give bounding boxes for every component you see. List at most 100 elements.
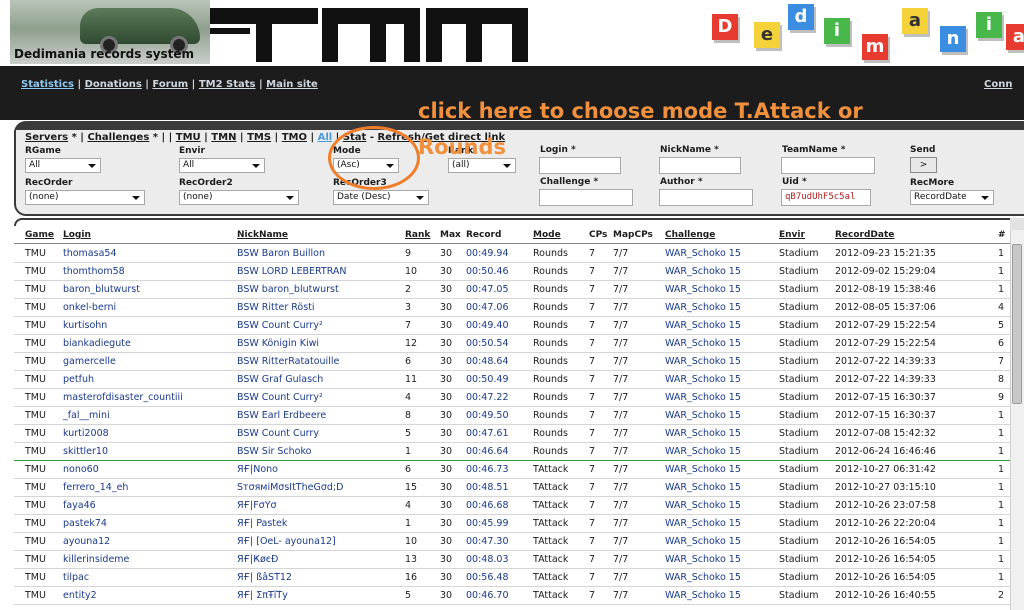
cell-challenge[interactable]: WAR_Schoko 15 (665, 356, 741, 367)
cell-record[interactable]: 00:48.51 (466, 482, 509, 493)
author-input[interactable] (659, 189, 753, 206)
recorder-select[interactable]: (none) (25, 190, 145, 205)
cell-login[interactable]: nono60 (63, 464, 99, 475)
cell-login[interactable]: skittler10 (63, 446, 108, 457)
cell-nickname[interactable]: ЯҒ| ΣπŦĩŤу (237, 590, 288, 601)
cell-nickname[interactable]: ЯҒ|Nono (237, 464, 278, 475)
cell-challenge[interactable]: WAR_Schoko 15 (665, 572, 741, 583)
game-filter-tms[interactable]: TMS (247, 132, 271, 143)
cell-record[interactable]: 00:47.05 (466, 284, 509, 295)
cell-nickname[interactable]: ЯҒ|ҜøєĐ (237, 554, 278, 565)
cell-record[interactable]: 00:46.64 (466, 446, 509, 457)
cell-nickname[interactable]: BSW Count Curry² (237, 320, 323, 331)
cell-login[interactable]: onkel-berni (63, 302, 116, 313)
cell-nickname[interactable]: BSW Earl Erdbeere (237, 410, 326, 421)
cell-record[interactable]: 00:50.54 (466, 338, 509, 349)
column-header-challenge[interactable]: Challenge (665, 230, 715, 240)
cell-challenge[interactable]: WAR_Schoko 15 (665, 410, 741, 421)
cell-nickname[interactable]: BSW RitterRatatouille (237, 356, 339, 367)
cell-challenge[interactable]: WAR_Schoko 15 (665, 302, 741, 313)
column-header-game[interactable]: Game (25, 230, 54, 240)
column-header-login[interactable]: Login (63, 230, 91, 240)
cell-nickname[interactable]: ЯҒ| ßâŠŤ12 (237, 572, 292, 583)
cell-challenge[interactable]: WAR_Schoko 15 (665, 446, 741, 457)
cell-login[interactable]: gamercelle (63, 356, 116, 367)
cell-nickname[interactable]: ЯҒ| [OeL- ayouna12] (237, 536, 336, 547)
cell-record[interactable]: 00:47.30 (466, 536, 509, 547)
cell-challenge[interactable]: WAR_Schoko 15 (665, 518, 741, 529)
cell-nickname[interactable]: ЯҒ|FσYσ (237, 500, 277, 511)
cell-nickname[interactable]: BSW LORD LEBERTRAN (237, 266, 347, 277)
scroll-up-arrow-icon[interactable] (1010, 218, 1024, 230)
rgame-select[interactable]: All (25, 158, 101, 173)
cell-login[interactable]: ferrero_14_eh (63, 482, 128, 493)
cell-challenge[interactable]: WAR_Schoko 15 (665, 266, 741, 277)
nav-link-tm2-stats[interactable]: TM2 Stats (199, 79, 256, 90)
column-header-rank[interactable]: Rank (405, 230, 430, 240)
cell-challenge[interactable]: WAR_Schoko 15 (665, 374, 741, 385)
game-filter-tmu[interactable]: TMU (176, 132, 201, 143)
servers-link[interactable]: Servers (25, 132, 68, 143)
cell-record[interactable]: 00:46.73 (466, 464, 509, 475)
cell-challenge[interactable]: WAR_Schoko 15 (665, 464, 741, 475)
nav-link-donations[interactable]: Donations (85, 79, 142, 90)
cell-challenge[interactable]: WAR_Schoko 15 (665, 428, 741, 439)
challenge-input[interactable] (539, 189, 633, 206)
cell-record[interactable]: 00:45.99 (466, 518, 509, 529)
cell-record[interactable]: 00:47.06 (466, 302, 509, 313)
cell-nickname[interactable]: BSW baron_blutwurst (237, 284, 339, 295)
cell-record[interactable]: 00:47.61 (466, 428, 509, 439)
cell-login[interactable]: pastek74 (63, 518, 107, 529)
cell-nickname[interactable]: BSW Count Curry (237, 428, 319, 439)
cell-login[interactable]: kurtisohn (63, 320, 107, 331)
cell-login[interactable]: ayouna12 (63, 536, 110, 547)
recmore-select[interactable]: RecordDate (910, 190, 994, 205)
cell-challenge[interactable]: WAR_Schoko 15 (665, 320, 741, 331)
cell-challenge[interactable]: WAR_Schoko 15 (665, 248, 741, 259)
game-filter-tmn[interactable]: TMN (211, 132, 236, 143)
nav-link-main-site[interactable]: Main site (266, 79, 318, 90)
column-header-recorddate[interactable]: RecordDate (835, 230, 894, 240)
cell-nickname[interactable]: BSW Count Curry² (237, 392, 323, 403)
scrollbar-thumb[interactable] (1012, 244, 1022, 404)
cell-nickname[interactable]: BSW Ritter Rösti (237, 302, 315, 313)
cell-login[interactable]: faya46 (63, 500, 96, 511)
cell-record[interactable]: 00:50.49 (466, 374, 509, 385)
cell-record[interactable]: 00:50.46 (466, 266, 509, 277)
cell-login[interactable]: thomasa54 (63, 248, 117, 259)
cell-record[interactable]: 00:46.70 (466, 590, 509, 601)
cell-record[interactable]: 00:49.94 (466, 248, 509, 259)
cell-challenge[interactable]: WAR_Schoko 15 (665, 500, 741, 511)
nav-link-forum[interactable]: Forum (152, 79, 188, 90)
cell-record[interactable]: 00:48.64 (466, 356, 509, 367)
envir-select[interactable]: All (179, 158, 265, 173)
cell-nickname[interactable]: ЯҒ| Pastek (237, 518, 287, 529)
cell-nickname[interactable]: BSW Baron Buillon (237, 248, 325, 259)
cell-login[interactable]: kurti2008 (63, 428, 109, 439)
cell-nickname[interactable]: SтσямiMσsItTheGσd;D (237, 482, 343, 493)
game-filter-all[interactable]: All (318, 132, 333, 143)
cell-nickname[interactable]: BSW Graf Gulasch (237, 374, 323, 385)
cell-login[interactable]: biankadiegute (63, 338, 131, 349)
cell-challenge[interactable]: WAR_Schoko 15 (665, 482, 741, 493)
cell-nickname[interactable]: BSW Sir Schoko (237, 446, 311, 457)
cell-login[interactable]: _fal__mini (63, 410, 110, 421)
nav-link-statistics[interactable]: Statistics (21, 79, 74, 90)
challenges-link[interactable]: Challenges (87, 132, 149, 143)
cell-record[interactable]: 00:56.48 (466, 572, 509, 583)
cell-nickname[interactable]: BSW Königin Kiwi (237, 338, 319, 349)
cell-challenge[interactable]: WAR_Schoko 15 (665, 338, 741, 349)
cell-record[interactable]: 00:48.03 (466, 554, 509, 565)
column-header-nickname[interactable]: NickName (237, 230, 288, 240)
cell-record[interactable]: 00:49.40 (466, 320, 509, 331)
cell-login[interactable]: baron_blutwurst (63, 284, 140, 295)
column-header-envir[interactable]: Envir (779, 230, 805, 240)
cell-login[interactable]: masterofdisaster_countiii (63, 392, 183, 403)
connect-link[interactable]: Conn (984, 79, 1012, 90)
cell-login[interactable]: tilpac (63, 572, 89, 583)
recorder3-select[interactable]: Date (Desc) (333, 190, 429, 205)
cell-login[interactable]: killerinsideme (63, 554, 129, 565)
cell-challenge[interactable]: WAR_Schoko 15 (665, 536, 741, 547)
uid-input[interactable]: qB7udUhF5c5al (781, 189, 871, 206)
recorder2-select[interactable]: (none) (179, 190, 299, 205)
